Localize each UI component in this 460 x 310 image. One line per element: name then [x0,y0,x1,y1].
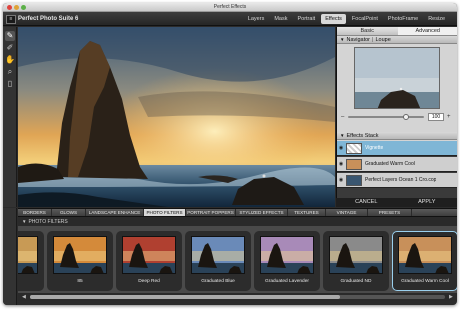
category-tab-photo-filters[interactable]: PHOTO FILTERS [144,209,186,216]
disclosure-down-icon: ▼ [22,219,27,224]
hand-icon[interactable]: ✋ [5,55,15,65]
action-bar: CANCEL APPLY [336,198,457,207]
scroll-right-icon[interactable]: ▶ [449,293,453,301]
stack-item-name: Graduated Warm Cool [365,161,415,167]
stack-item-name: Perfect Layers Ocean 1 Cro.cop [365,177,437,183]
filter-preview [122,236,176,274]
brush-icon[interactable]: ✎ [5,31,15,41]
photo-preview [18,27,335,207]
filter-label: Graduated Warm Cool [401,279,449,284]
eyedropper-icon[interactable]: ✐ [5,43,15,53]
visibility-eye-icon[interactable]: ◉ [337,177,345,183]
filter-label: Graduated ND [340,279,372,284]
compare-icon[interactable]: ▯ [5,79,15,89]
module-tab-mask[interactable]: Mask [270,14,291,24]
module-tab-photoframe[interactable]: PhotoFrame [384,14,422,24]
visibility-eye-icon[interactable]: ◉ [337,145,345,151]
filter-label: Graduated Blue [201,279,235,284]
cancel-button[interactable]: CANCEL [336,198,397,207]
category-tab-presets[interactable]: PRESETS [368,209,412,216]
module-tab-portrait[interactable]: Portrait [293,14,319,24]
zoom-control: – 100 + [340,113,456,121]
zoom-out-icon[interactable]: – [341,113,344,121]
app-window: Perfect Effects ≡ Perfect Photo Suite 6 … [3,3,457,305]
zoom-icon[interactable]: ⌕ [5,67,15,77]
scrollbar-thumb[interactable] [30,295,340,299]
filter-thumbnail-strip: 85 Deep Red Graduated Blue Graduated Lavend… [18,226,457,293]
filter-preview [18,236,38,274]
filter-group-header[interactable]: ▼ PHOTO FILTERS [18,217,457,226]
category-tab-landscape-enhance[interactable]: LANDSCAPE ENHANCE [86,209,144,216]
window-title: Perfect Effects [213,4,247,10]
filter-preview [329,236,383,274]
zoom-slider-handle[interactable] [402,114,409,120]
scroll-left-icon[interactable]: ◀ [22,293,26,301]
category-tab-vintage[interactable]: VINTAGE [326,209,368,216]
filter-group-title: PHOTO FILTERS [28,219,68,225]
apply-button[interactable]: APPLY [397,198,458,207]
effects-stack-header[interactable]: ▼ Effects Stack [337,132,457,140]
module-tab-effects[interactable]: Effects [321,14,346,24]
app-logo-icon: ≡ [6,14,16,24]
filter-thumbnail[interactable]: Graduated Blue [185,231,251,291]
stack-item-name: Vignette [365,145,384,151]
module-tab-resize[interactable]: Resize [424,14,449,24]
stack-item[interactable]: ◉ Perfect Layers Ocean 1 Cro.cop [337,173,457,188]
filter-label: 85 [77,279,83,284]
category-tab-borders[interactable]: BORDERS [18,209,52,216]
filter-preview [191,236,245,274]
category-tab-glows[interactable]: GLOWS [52,209,86,216]
module-bar: ≡ Perfect Photo Suite 6 Layers Mask Portra… [3,12,457,26]
image-canvas[interactable] [18,27,335,207]
visibility-eye-icon[interactable]: ◉ [337,161,345,167]
category-tab-stylized-effects[interactable]: STYLIZED EFFECTS [236,209,288,216]
module-tab-focalpoint[interactable]: FocalPoint [348,14,382,24]
module-tab-layers[interactable]: Layers [244,14,269,24]
app-name: Perfect Photo Suite 6 [18,16,79,22]
stack-item[interactable]: ◉ Vignette [337,141,457,156]
stack-item-thumbnail [346,174,362,186]
effects-stack-title: Effects Stack [346,133,379,139]
disclosure-down-icon: ▼ [340,133,345,138]
effect-categories: BORDERS GLOWS LANDSCAPE ENHANCE PHOTO FILTE… [18,208,457,217]
navigator-header[interactable]: ▼ Navigator | Loupe [337,36,457,44]
filter-thumbnail[interactable]: 85 [47,231,113,291]
filter-label: Graduated Lavender [264,279,309,284]
filter-thumbnail[interactable]: Graduated Warm Cool [392,231,457,291]
zoom-in-icon[interactable]: + [447,113,451,121]
basic-advanced-tabs: Basic Advanced [337,27,457,36]
filter-thumbnail[interactable]: Deep Red [116,231,182,291]
module-tabs: Layers Mask Portrait Effects FocalPoint Photo… [244,14,449,24]
filter-thumbnail[interactable] [18,231,44,291]
filter-preview [53,236,107,274]
tab-advanced[interactable]: Advanced [397,27,457,35]
zoom-slider-track[interactable] [348,116,424,118]
tab-basic[interactable]: Basic [337,27,398,35]
filter-label: Deep Red [138,279,160,284]
title-bar: Perfect Effects [3,3,457,12]
right-panel: Basic Advanced ▼ Navigator | Loupe – 100 + ▼… [336,27,457,207]
app-logo: ≡ Perfect Photo Suite 6 [6,14,78,24]
stack-item-thumbnail [346,142,362,154]
category-tab-portrait-poppers[interactable]: PORTRAIT POPPERS [186,209,236,216]
navigator-title: Navigator [346,37,371,43]
filter-thumbnail[interactable]: Graduated Lavender [254,231,320,291]
loupe-tab[interactable]: Loupe [375,37,390,43]
filter-preview [260,236,314,274]
filter-preview [398,236,452,274]
browser-side-strip [3,208,17,305]
tool-palette: ✎ ✐ ✋ ⌕ ▯ [3,27,17,207]
strip-scrollbar[interactable]: ◀ ▶ [18,293,457,301]
stack-item-thumbnail [346,158,362,170]
navigator-thumbnail[interactable] [354,47,440,109]
category-tab-textures[interactable]: TEXTURES [288,209,326,216]
filter-thumbnail[interactable]: Graduated ND [323,231,389,291]
zoom-value-field[interactable]: 100 [428,113,444,121]
disclosure-down-icon: ▼ [340,37,345,42]
stack-item[interactable]: ◉ Graduated Warm Cool [337,157,457,172]
